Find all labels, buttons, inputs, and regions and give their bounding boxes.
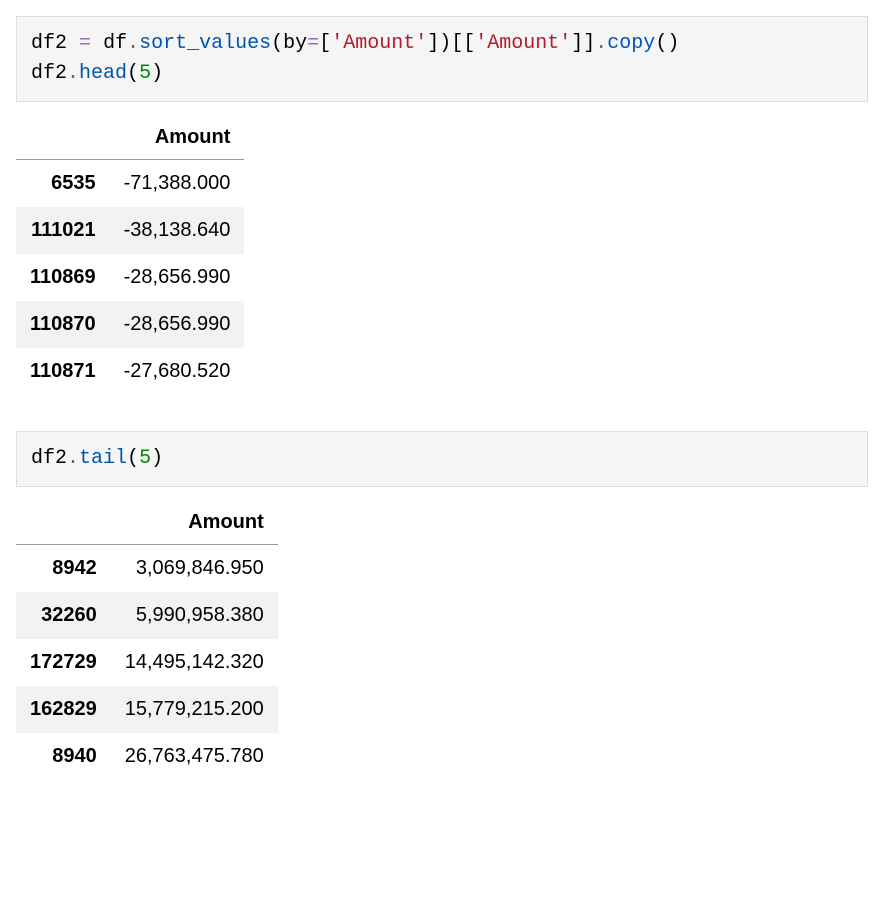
row-index: 110869 — [16, 254, 110, 301]
table-row: 110869 -28,656.990 — [16, 254, 244, 301]
table-row: 111021 -38,138.640 — [16, 207, 244, 254]
code-token: ) — [667, 32, 679, 55]
column-header-amount: Amount — [111, 501, 278, 545]
cell-amount: 5,990,958.380 — [111, 592, 278, 639]
cell-amount: -71,388.000 — [110, 160, 245, 208]
code-token: = — [307, 32, 319, 55]
code-token — [91, 32, 103, 55]
row-index: 8940 — [16, 733, 111, 780]
code-token: ( — [655, 32, 667, 55]
row-index: 6535 — [16, 160, 110, 208]
code-token: df2 — [31, 447, 67, 470]
code-token: df — [103, 32, 127, 55]
code-token: [ — [319, 32, 331, 55]
code-token: ) — [151, 447, 163, 470]
code-token: 5 — [139, 62, 151, 85]
code-token: tail — [79, 447, 127, 470]
cell-amount: -38,138.640 — [110, 207, 245, 254]
row-index: 8942 — [16, 545, 111, 593]
code-token: head — [79, 62, 127, 85]
cell-amount: 26,763,475.780 — [111, 733, 278, 780]
cell-amount: 14,495,142.320 — [111, 639, 278, 686]
table-row: 32260 5,990,958.380 — [16, 592, 278, 639]
code-cell-1: df2 = df.sort_values(by=['Amount'])[['Am… — [16, 16, 868, 102]
output-2: Amount 8942 3,069,846.950 32260 5,990,95… — [16, 501, 868, 780]
cell-amount: 15,779,215.200 — [111, 686, 278, 733]
code-token: . — [67, 447, 79, 470]
code-token: 'Amount' — [331, 32, 427, 55]
code-token: ] — [427, 32, 439, 55]
code-token: . — [127, 32, 139, 55]
code-token: ( — [271, 32, 283, 55]
cell-amount: -27,680.520 — [110, 348, 245, 395]
cell-amount: 3,069,846.950 — [111, 545, 278, 593]
code-token: 'Amount' — [475, 32, 571, 55]
row-index: 111021 — [16, 207, 110, 254]
blank-header — [16, 116, 110, 160]
cell-amount: -28,656.990 — [110, 301, 245, 348]
row-index: 172729 — [16, 639, 111, 686]
blank-header — [16, 501, 111, 545]
table-row: 8942 3,069,846.950 — [16, 545, 278, 593]
code-token — [67, 32, 79, 55]
code-cell-2: df2.tail(5) — [16, 431, 868, 487]
code-token: ( — [127, 447, 139, 470]
code-token: df2 — [31, 32, 67, 55]
table-row: 172729 14,495,142.320 — [16, 639, 278, 686]
row-index: 110871 — [16, 348, 110, 395]
row-index: 162829 — [16, 686, 111, 733]
code-token: ]] — [571, 32, 595, 55]
table-row: 8940 26,763,475.780 — [16, 733, 278, 780]
code-token: . — [595, 32, 607, 55]
cell-amount: -28,656.990 — [110, 254, 245, 301]
table-row: 110871 -27,680.520 — [16, 348, 244, 395]
code-token: ) — [151, 62, 163, 85]
row-index: 110870 — [16, 301, 110, 348]
table-row: 162829 15,779,215.200 — [16, 686, 278, 733]
dataframe-table-2: Amount 8942 3,069,846.950 32260 5,990,95… — [16, 501, 278, 780]
code-token: ( — [127, 62, 139, 85]
row-index: 32260 — [16, 592, 111, 639]
code-token: df2 — [31, 62, 67, 85]
table-row: 110870 -28,656.990 — [16, 301, 244, 348]
code-token: [[ — [451, 32, 475, 55]
code-token: sort_values — [139, 32, 271, 55]
dataframe-table-1: Amount 6535 -71,388.000 111021 -38,138.6… — [16, 116, 244, 395]
table-row: 6535 -71,388.000 — [16, 160, 244, 208]
code-token: ) — [439, 32, 451, 55]
output-1: Amount 6535 -71,388.000 111021 -38,138.6… — [16, 116, 868, 395]
code-token: by — [283, 32, 307, 55]
column-header-amount: Amount — [110, 116, 245, 160]
code-token: 5 — [139, 447, 151, 470]
code-token: = — [79, 32, 91, 55]
code-token: . — [67, 62, 79, 85]
code-token: copy — [607, 32, 655, 55]
